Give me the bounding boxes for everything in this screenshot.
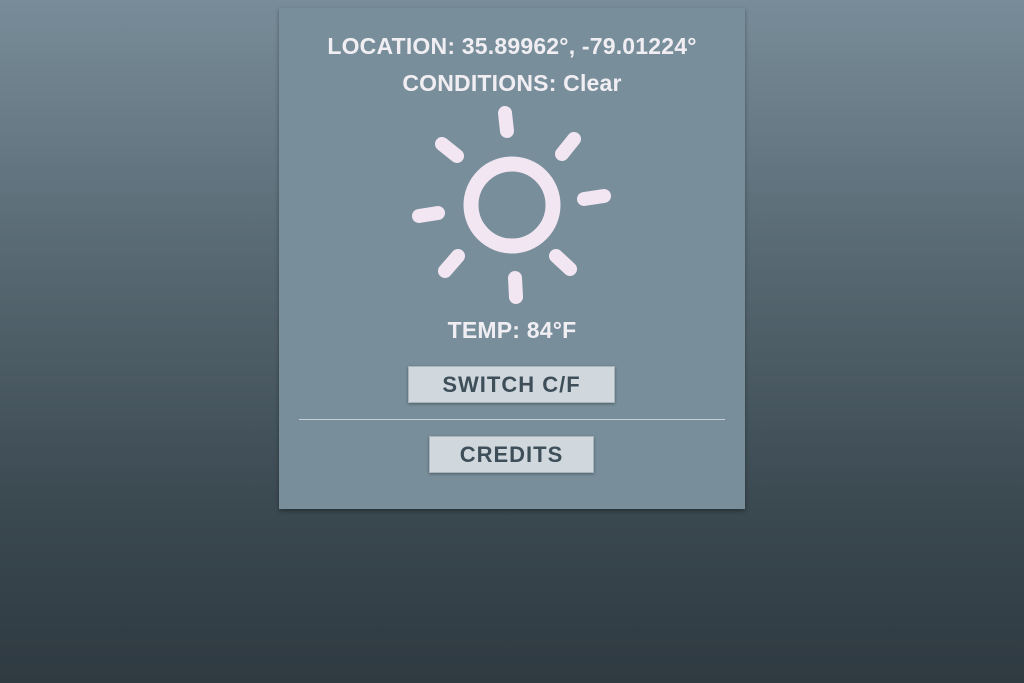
divider [299,419,725,420]
conditions-text: CONDITIONS: Clear [402,70,622,96]
switch-units-button[interactable]: SWITCH C/F [408,366,615,403]
credits-button[interactable]: CREDITS [429,436,594,473]
sun-icon [407,100,617,310]
location-text: LOCATION: 35.89962°, -79.01224° [327,33,697,59]
weather-card: LOCATION: 35.89962°, -79.01224° CONDITIO… [279,8,745,509]
temperature-text: TEMP: 84°F [447,317,577,343]
